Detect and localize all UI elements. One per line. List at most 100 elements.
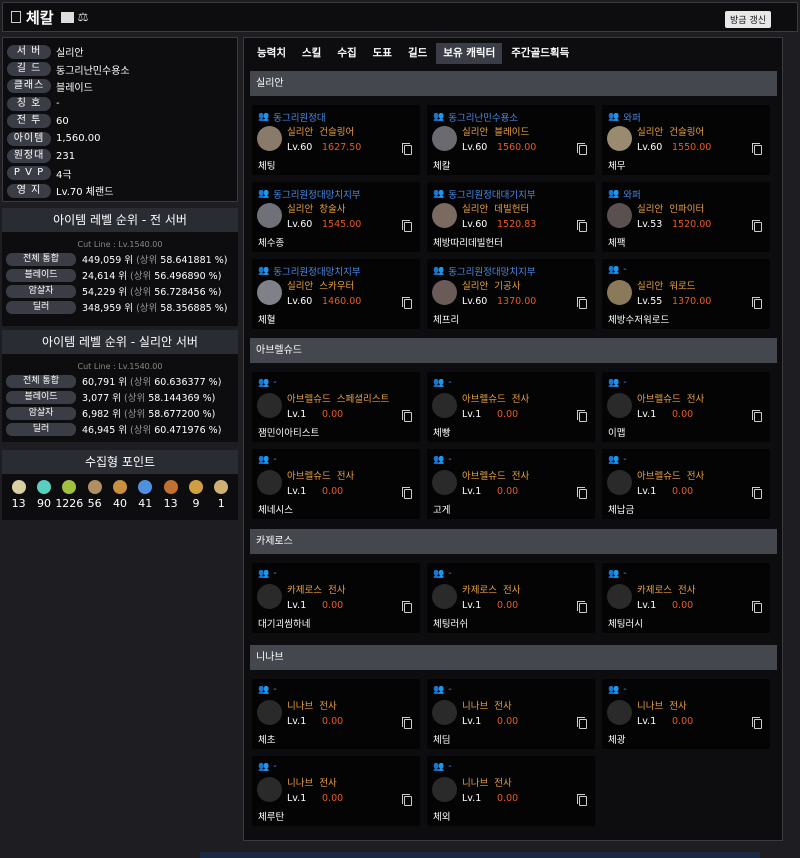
class-name: 전사 (503, 585, 521, 596)
info-value: Lv.70 체랜드 (56, 187, 114, 199)
server-name: 실리안 (637, 204, 664, 215)
character-card[interactable]: 👥 - 아브렐슈드 전사 Lv.1 0.00 이맵 (602, 372, 770, 442)
copy-icon[interactable] (402, 794, 412, 806)
copy-icon[interactable] (752, 297, 762, 309)
rank-value: 348,959 위 (상위 58.356885 %) (82, 303, 228, 314)
id-card-icon[interactable] (60, 11, 74, 23)
copy-icon[interactable] (752, 487, 762, 499)
character-name: 체팅러시 (608, 619, 643, 630)
tab-4[interactable]: 길드 (401, 43, 434, 64)
character-card[interactable]: 👥 - 아브렐슈드 전사 Lv.1 0.00 체납금 (602, 449, 770, 519)
copy-icon[interactable] (752, 601, 762, 613)
copy-icon[interactable] (577, 487, 587, 499)
server-class: 니나브 전사 (287, 698, 337, 712)
guild-line: 👥 - (608, 684, 627, 695)
info-value: 1,560.00 (56, 133, 101, 145)
refresh-button[interactable]: 방금 갱신 (725, 11, 771, 28)
copy-icon[interactable] (577, 297, 587, 309)
character-card[interactable]: 👥 - 아브렐슈드 전사 Lv.1 0.00 체빵 (427, 372, 595, 442)
copy-icon[interactable] (402, 220, 412, 232)
character-card[interactable]: 👥 - 카제로스 전사 Lv.1 0.00 체팅러쉬 (427, 563, 595, 633)
character-card[interactable]: 👥 와퍼 실리안 인파이터 Lv.53 1520.00 체팩 (602, 182, 770, 252)
guild-people-icon: 👥 (608, 684, 620, 695)
copy-icon[interactable] (577, 143, 587, 155)
info-label: 원정대 (7, 149, 51, 164)
character-card[interactable]: 👥 - 니나브 전사 Lv.1 0.00 체루탄 (252, 756, 420, 826)
info-value: 동그리난민수용소 (56, 65, 130, 77)
tab-1[interactable]: 스킬 (295, 43, 328, 64)
guild-line: 👥 - (258, 761, 277, 772)
class-name: 전사 (336, 471, 355, 482)
tab-5[interactable]: 보유 캐릭터 (436, 43, 503, 64)
server-class: 카제로스 전사 (287, 582, 346, 596)
character-card[interactable]: 👥 - 니나브 전사 Lv.1 0.00 체외 (427, 756, 595, 826)
info-value: 231 (56, 150, 76, 162)
copy-icon[interactable] (402, 601, 412, 613)
rank-top-label: (상위 (130, 287, 152, 298)
guild-line: 👥 - (608, 264, 627, 275)
copy-icon[interactable] (752, 717, 762, 729)
character-card[interactable]: 👥 - 아브렐슈드 전사 Lv.1 0.00 고게 (427, 449, 595, 519)
character-name: 체팩 (608, 238, 626, 249)
copy-icon[interactable] (402, 487, 412, 499)
server-name: 실리안 (287, 204, 314, 215)
server-class: 아브렐슈드 전사 (637, 468, 704, 482)
character-card[interactable]: 👥 - 실리안 워로드 Lv.55 1370.00 체방수저워로드 (602, 259, 770, 329)
main-content: 능력치 스킬 수집 도표 길드 보유 캐릭터 주간골드획득 실리안 👥 동그리원정대 실리안 건슬… (243, 37, 783, 841)
character-avatar (432, 777, 457, 802)
rank-server-cutline: Cut Line : Lv.1540.00 (77, 362, 163, 371)
character-card[interactable]: 👥 - 아브렐슈드 전사 Lv.1 0.00 체네시스 (252, 449, 420, 519)
copy-icon[interactable] (402, 717, 412, 729)
tab-0[interactable]: 능력치 (250, 43, 293, 64)
info-value: 4극 (56, 169, 72, 181)
character-level: Lv.1 (287, 409, 307, 420)
bookmark-icon[interactable] (11, 11, 21, 23)
copy-icon[interactable] (577, 717, 587, 729)
guild-name: - (623, 264, 627, 275)
character-card[interactable]: 👥 동그리난민수용소 실리안 블레이드 Lv.60 1560.00 체칼 (427, 105, 595, 175)
character-avatar (432, 393, 457, 418)
character-card[interactable]: 👥 - 니나브 전사 Lv.1 0.00 체딤 (427, 679, 595, 749)
copy-icon[interactable] (577, 220, 587, 232)
character-card[interactable]: 👥 와퍼 실리안 건슬링어 Lv.60 1550.00 체무 (602, 105, 770, 175)
character-card[interactable]: 👥 - 카제로스 전사 Lv.1 0.00 대기괴씸하네 (252, 563, 420, 633)
item-level: 0.00 (672, 716, 694, 727)
copy-icon[interactable] (402, 410, 412, 422)
character-card[interactable]: 👥 - 카제로스 전사 Lv.1 0.00 체팅러시 (602, 563, 770, 633)
guild-name: - (623, 568, 627, 579)
character-grid: 👥 동그리원정대 실리안 건슬링어 Lv.60 1627.50 체팅 👥 동그리난민수용소 실리… (252, 105, 776, 329)
rank-position: 46,945 위 (82, 425, 128, 436)
copy-icon[interactable] (752, 220, 762, 232)
copy-icon[interactable] (577, 794, 587, 806)
collectible-count: 9 (192, 497, 200, 510)
tab-3[interactable]: 도표 (366, 43, 399, 64)
tab-2[interactable]: 수집 (330, 43, 363, 64)
copy-icon[interactable] (752, 143, 762, 155)
guild-line: 👥 - (258, 377, 277, 388)
character-card[interactable]: 👥 - 아브렐슈드 스페셜리스트 Lv.1 0.00 잼민이아티스트 (252, 372, 420, 442)
class-name: 전사 (678, 585, 696, 596)
class-name: 전사 (669, 701, 687, 712)
character-card[interactable]: 👥 동그리원정대망치지부 실리안 창술사 Lv.60 1545.00 체수종 (252, 182, 420, 252)
character-info-box: 서 버 실리안 길 드 동그리난민수용소 클래스 블레이드 칭 호-전 투 60 아이템 1,56… (2, 37, 238, 202)
character-card[interactable]: 👥 동그리원정대망치지부 실리안 기공사 Lv.60 1370.00 체프리 (427, 259, 595, 329)
character-card[interactable]: 👥 동그리원정대망치지부 실리안 스카우터 Lv.60 1460.00 체혈 (252, 259, 420, 329)
scale-icon[interactable]: ⚖ (78, 11, 92, 23)
character-card[interactable]: 👥 동그리원정대대기지부 실리안 데빌헌터 Lv.60 1520.83 체방따리데빌헌터 (427, 182, 595, 252)
tab-6[interactable]: 주간골드획득 (504, 43, 576, 64)
rank-top-label: (상위 (130, 271, 152, 282)
copy-icon[interactable] (577, 410, 587, 422)
character-card[interactable]: 👥 - 니나브 전사 Lv.1 0.00 체초 (252, 679, 420, 749)
rank-row: 블레이드 3,077 위 (상위 58.144369 %) (2, 389, 238, 405)
copy-icon[interactable] (752, 410, 762, 422)
copy-icon[interactable] (402, 143, 412, 155)
giant-heart-icon (112, 480, 127, 494)
character-level: Lv.60 (287, 296, 313, 307)
character-avatar (432, 470, 457, 495)
copy-icon[interactable] (577, 601, 587, 613)
rank-label: 암살자 (6, 284, 76, 298)
copy-icon[interactable] (402, 297, 412, 309)
character-card[interactable]: 👥 동그리원정대 실리안 건슬링어 Lv.60 1627.50 체팅 (252, 105, 420, 175)
rank-all-cutline: Cut Line : Lv.1540.00 (77, 240, 163, 249)
character-card[interactable]: 👥 - 니나브 전사 Lv.1 0.00 체광 (602, 679, 770, 749)
